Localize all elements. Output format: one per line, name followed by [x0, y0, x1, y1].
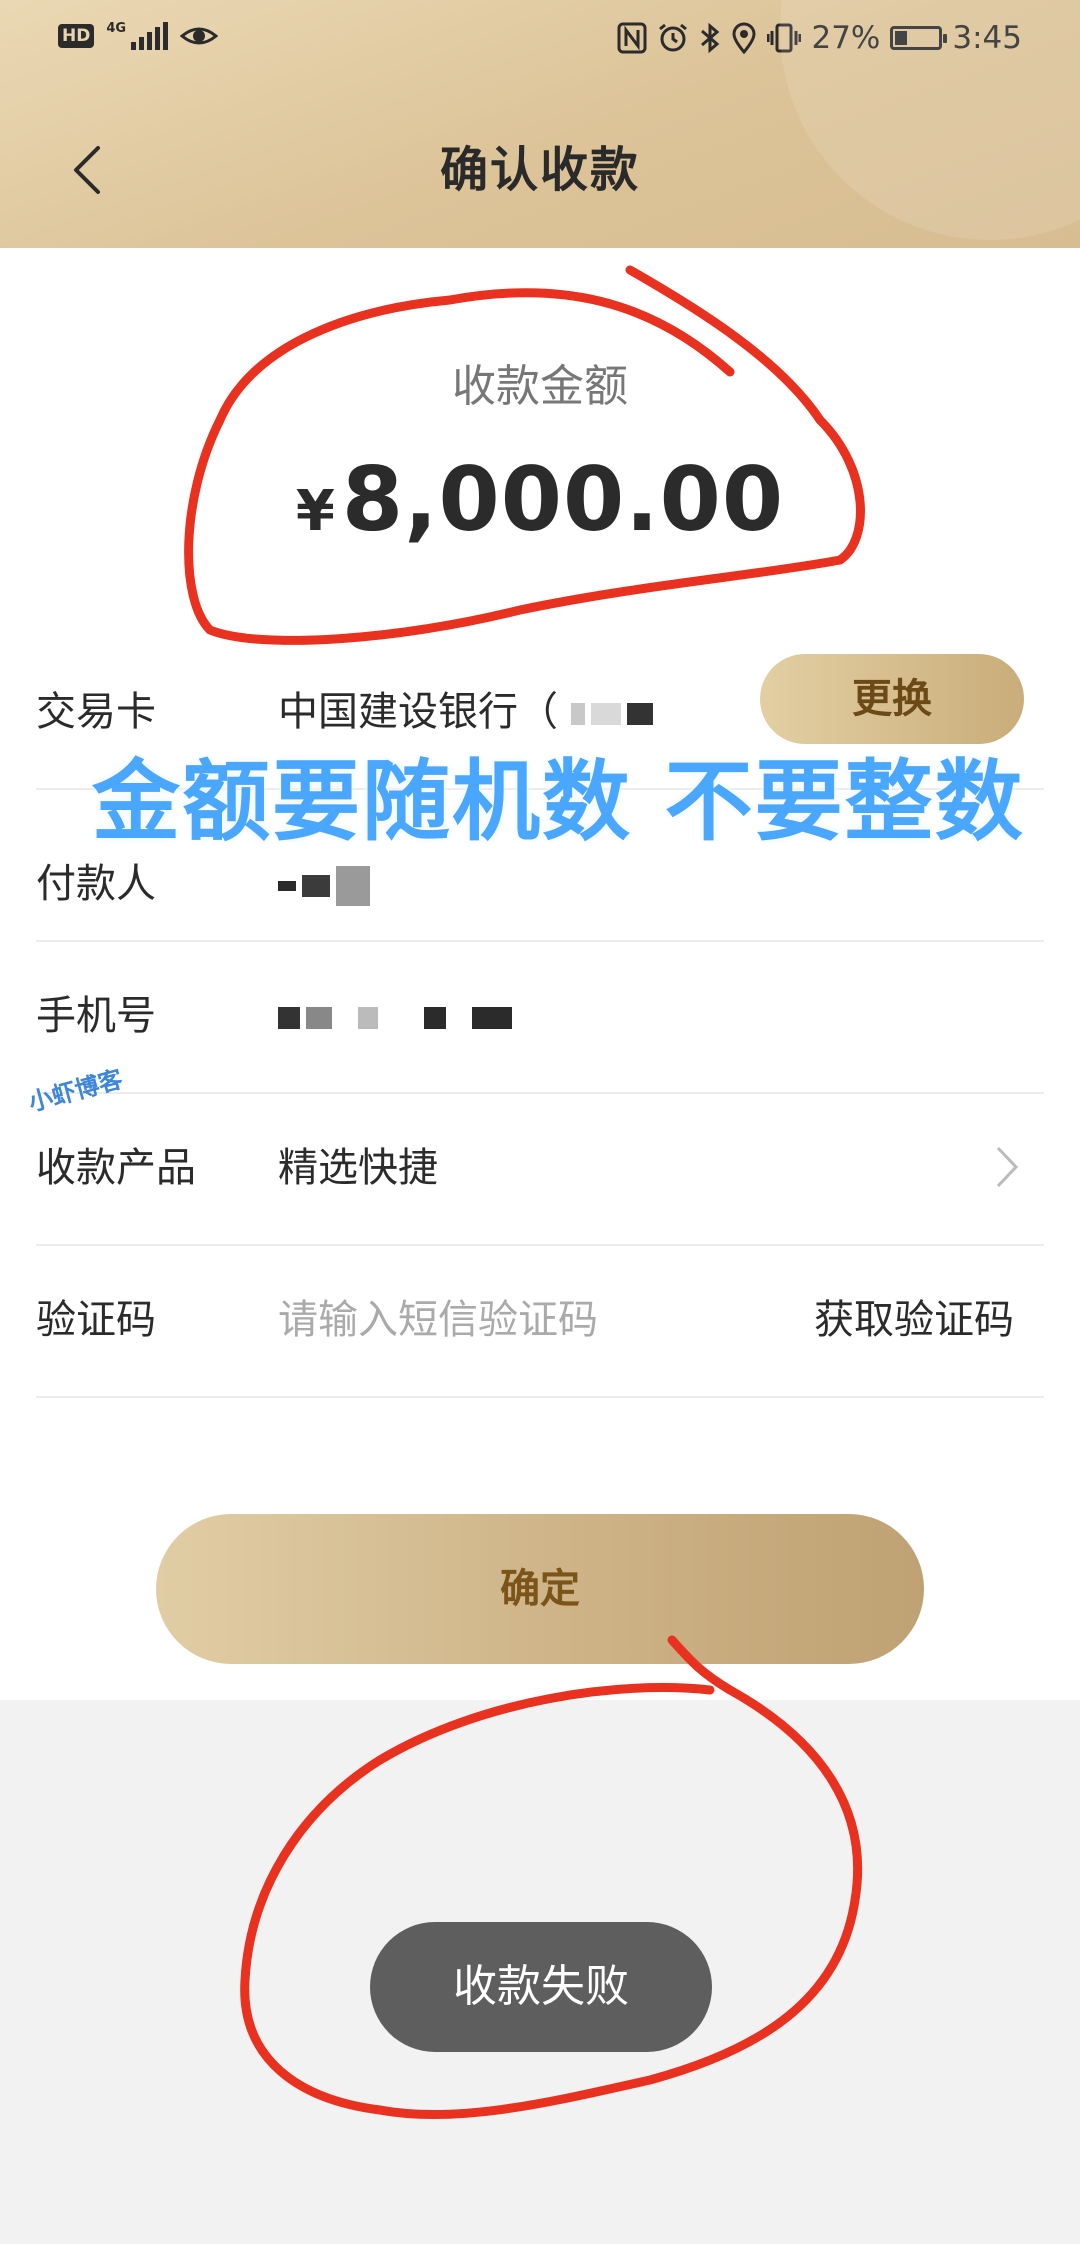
- masked-text: [336, 866, 370, 906]
- nfc-icon: [617, 22, 647, 54]
- masked-text: [570, 703, 585, 725]
- status-left: HD 4G: [58, 21, 219, 50]
- product-value: 精选快捷: [278, 1145, 438, 1191]
- nav-bar: 确认收款: [0, 120, 1080, 220]
- amount-label: 收款金额: [452, 361, 628, 412]
- phone-value: [278, 988, 518, 1044]
- page-title: 确认收款: [439, 142, 640, 198]
- product-label: 收款产品: [36, 1145, 196, 1191]
- masked-text: [626, 703, 653, 725]
- header: HD 4G 27% 3:45 确认收款: [0, 0, 1080, 248]
- hd-badge: HD: [58, 24, 95, 48]
- payer-label: 付款人: [36, 861, 156, 907]
- currency-symbol: ¥: [295, 479, 336, 544]
- card-label: 交易卡: [36, 689, 156, 735]
- bank-name: 中国建设银行（: [278, 689, 558, 735]
- signal-icon: 4G: [106, 21, 169, 50]
- row-code: 验证码 请输入短信验证码 获取验证码: [36, 1246, 1044, 1398]
- battery-icon: [890, 26, 948, 50]
- bluetooth-icon: [701, 22, 720, 54]
- status-right: 27% 3:45: [617, 20, 1022, 56]
- masked-text: [358, 1007, 378, 1029]
- annotation-text: 金额要随机数 不要整数: [92, 750, 1025, 853]
- code-input[interactable]: 请输入短信验证码: [278, 1292, 598, 1348]
- clock: 3:45: [952, 20, 1022, 56]
- toast-message: 收款失败: [370, 1922, 712, 2052]
- payment-card: 收款金额 ¥8,000.00 交易卡 中国建设银行（ 更换 付款人 手机号 收款…: [0, 248, 1080, 1700]
- location-icon: [732, 22, 756, 54]
- masked-text: [472, 1007, 512, 1029]
- chevron-right-icon[interactable]: [992, 1142, 1022, 1192]
- masked-text: [590, 703, 621, 725]
- switch-card-button[interactable]: 更换: [760, 654, 1024, 744]
- battery-percent: 27%: [811, 20, 881, 56]
- network-label: 4G: [106, 21, 127, 36]
- row-phone: 手机号: [36, 942, 1044, 1094]
- row-product[interactable]: 收款产品 精选快捷: [36, 1094, 1044, 1246]
- code-label: 验证码: [36, 1297, 156, 1343]
- card-value: 中国建设银行（: [278, 684, 659, 740]
- masked-text: [278, 881, 296, 891]
- amount-number: 8,000.00: [341, 448, 785, 551]
- status-bar: HD 4G 27% 3:45: [0, 0, 1080, 80]
- masked-text: [278, 1007, 300, 1029]
- masked-text: [306, 1007, 332, 1029]
- masked-text: [302, 875, 330, 897]
- confirm-button[interactable]: 确定: [156, 1514, 924, 1664]
- get-code-button[interactable]: 获取验证码: [814, 1292, 1014, 1348]
- amount-value: ¥8,000.00: [0, 448, 1080, 551]
- phone-label: 手机号: [36, 993, 156, 1039]
- vibrate-icon: [767, 23, 802, 53]
- payer-value: [278, 856, 376, 912]
- masked-text: [424, 1007, 446, 1029]
- eye-icon: [180, 27, 219, 45]
- alarm-icon: [659, 23, 688, 52]
